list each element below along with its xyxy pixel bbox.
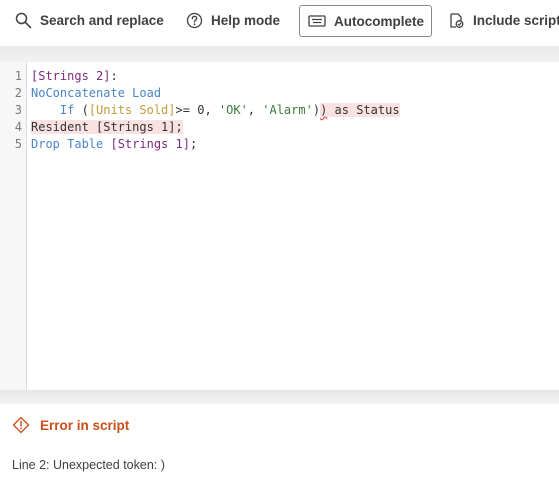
- table-name-token: [Strings 1]: [96, 120, 176, 134]
- toolbar: Search and replace Help mode Autocomplet…: [0, 0, 559, 46]
- code-line-5[interactable]: Drop Table [Strings 1];: [31, 136, 197, 153]
- include-script-icon: [450, 13, 464, 28]
- keyword-if-token: If: [59, 103, 75, 117]
- comma-token: ,: [247, 103, 263, 117]
- help-mode-button[interactable]: Help mode: [186, 5, 280, 36]
- string-token: 'OK': [218, 103, 248, 117]
- error-panel: Error in script Line 2: Unexpected token…: [0, 404, 559, 481]
- semicolon-token: ;: [189, 137, 198, 151]
- line-number: 2: [14, 86, 22, 100]
- help-mode-label: Help mode: [211, 13, 281, 28]
- open-paren-token: (: [74, 103, 89, 117]
- space: [88, 120, 97, 134]
- line-number-gutter: 1 2 3 4 5: [0, 62, 27, 390]
- keyboard-icon: [308, 15, 326, 27]
- close-paren-token: ): [312, 103, 321, 117]
- as-status-token: as Status: [327, 103, 400, 117]
- keyword-resident-token: Resident: [31, 120, 89, 134]
- table-name-token: [Strings 1]: [110, 137, 190, 151]
- toolbar-divider: [0, 46, 559, 62]
- field-name-token: [Units Sold]: [88, 103, 176, 117]
- help-icon: [186, 12, 203, 29]
- search-and-replace-label: Search and replace: [40, 13, 164, 28]
- line-number: 1: [14, 69, 22, 83]
- autocomplete-toggle[interactable]: Autocomplete: [299, 5, 432, 37]
- script-editor[interactable]: 1 2 3 4 5 [Strings 2]: NoConcatenate Loa…: [0, 62, 559, 390]
- keyword-token: NoConcatenate Load: [31, 86, 162, 100]
- include-script-button[interactable]: Include script: [448, 5, 559, 36]
- string-token: 'Alarm': [262, 103, 313, 117]
- comma-token: ,: [204, 103, 219, 117]
- error-title-label: Error in script: [40, 417, 130, 433]
- search-and-replace-button[interactable]: Search and replace: [15, 5, 164, 36]
- keyword-drop-table-token: Drop Table: [31, 137, 104, 151]
- error-message: Line 2: Unexpected token: ): [12, 458, 165, 472]
- autocomplete-label: Autocomplete: [334, 13, 425, 29]
- line-number: 3: [14, 103, 22, 117]
- code-line-4[interactable]: Resident [Strings 1];: [31, 119, 183, 136]
- code-line-2[interactable]: NoConcatenate Load: [31, 85, 161, 102]
- editor-panel-divider[interactable]: [0, 390, 559, 404]
- code-line-1[interactable]: [Strings 2]:: [31, 68, 118, 85]
- error-title: Error in script: [12, 416, 129, 434]
- line-number: 5: [14, 137, 22, 151]
- search-icon: [15, 12, 32, 29]
- semicolon-token: ;: [175, 120, 183, 134]
- table-name-token: [Strings 2]: [31, 69, 111, 83]
- operator-token: >=: [175, 103, 198, 117]
- line-number: 4: [14, 120, 22, 134]
- code-line-3[interactable]: If ([Units Sold]>= 0, 'OK', 'Alarm')) as…: [31, 102, 400, 119]
- colon-token: :: [110, 69, 118, 83]
- include-script-label: Include script: [473, 13, 559, 28]
- warning-icon: [12, 416, 30, 434]
